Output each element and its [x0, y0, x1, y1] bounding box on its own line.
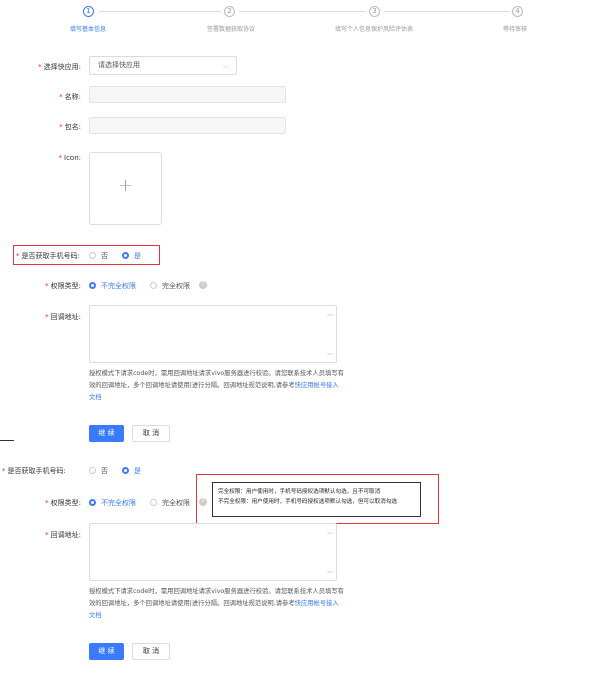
- callback-label: * 回调地址:: [45, 313, 81, 321]
- chevron-down-icon: ⌵: [222, 61, 229, 70]
- radio-no-label: 否: [101, 252, 108, 260]
- get-phone-label: * 是否获取手机号码:: [16, 252, 80, 260]
- scroll-down-icon[interactable]: ﹀: [327, 569, 333, 578]
- callback-textarea[interactable]: ︿ ﹀: [89, 305, 337, 363]
- step-1-label: 填写基本信息: [69, 26, 107, 33]
- get-phone-label-2: * 是否获取手机号码:: [2, 467, 66, 475]
- continue-button-2[interactable]: 继 续: [89, 643, 124, 660]
- radio-no-label-2: 否: [101, 467, 108, 475]
- step-2-icon: 2: [224, 6, 235, 17]
- radio-no-2[interactable]: [89, 467, 96, 474]
- permission-tooltip: 完全权限：用户使用时，手机号码授权选项默认勾选，且不可取消 不完全权限：用户使用…: [212, 482, 421, 517]
- step-3-icon: 3: [369, 6, 380, 17]
- radio-perm-partial[interactable]: [89, 282, 96, 289]
- callback-textarea-2[interactable]: ︿ ﹀: [89, 523, 337, 581]
- perm-full-label-2: 完全权限: [162, 499, 190, 507]
- package-label: * 包名:: [59, 123, 81, 131]
- radio-perm-full-2[interactable]: [150, 499, 157, 506]
- step-2-label: 签署数据获取协议: [206, 26, 256, 33]
- cancel-button[interactable]: 取 消: [132, 425, 170, 442]
- icon-upload[interactable]: +: [89, 152, 162, 225]
- tooltip-line-1: 完全权限：用户使用时，手机号码授权选项默认勾选，且不可取消: [218, 489, 381, 495]
- callback-hint: 授权模式下请求code时，需用回调地址请求vivo服务器进行校验。请您联系技术人…: [89, 368, 344, 404]
- step-4-label: 等待审核: [502, 26, 528, 33]
- step-connector: [384, 11, 510, 12]
- name-label: * 名称:: [59, 93, 81, 101]
- radio-yes-label-2: 是: [134, 467, 141, 475]
- icon-label: * Icon:: [58, 154, 82, 162]
- radio-no[interactable]: [89, 252, 96, 259]
- quickapp-placeholder: 请选择快应用: [98, 61, 140, 69]
- step-connector: [239, 11, 366, 12]
- divider: [0, 440, 14, 441]
- cancel-button-2[interactable]: 取 消: [132, 643, 170, 660]
- radio-yes[interactable]: [122, 252, 129, 259]
- tooltip-line-2: 不完全权限：用户使用时，手机号码授权选项默认勾选，但可以取消勾选: [218, 499, 398, 505]
- perm-partial-label-2: 不完全权限: [101, 499, 136, 507]
- perm-type-label-2: * 权限类型:: [45, 499, 81, 507]
- plus-icon: +: [117, 175, 134, 196]
- radio-perm-full[interactable]: [150, 282, 157, 289]
- radio-yes-2[interactable]: [122, 467, 129, 474]
- step-3-label: 填写个人信息保护风险评估表: [334, 26, 414, 33]
- scroll-down-icon[interactable]: ﹀: [327, 351, 333, 360]
- callback-hint-2: 授权模式下请求code时，需用回调地址请求vivo服务器进行校验。请您联系技术人…: [89, 586, 344, 622]
- quickapp-select[interactable]: 请选择快应用 ⌵: [89, 56, 237, 75]
- scroll-up-icon[interactable]: ︿: [327, 527, 333, 536]
- callback-label-2: * 回调地址:: [45, 531, 81, 539]
- step-4-icon: 4: [512, 6, 523, 17]
- quickapp-label: * 选择快应用:: [38, 63, 81, 71]
- radio-perm-partial-2[interactable]: [89, 499, 96, 506]
- name-input[interactable]: [89, 86, 286, 103]
- scroll-up-icon[interactable]: ︿: [327, 309, 333, 318]
- continue-button[interactable]: 继 续: [89, 425, 124, 442]
- step-1-icon: 1: [83, 6, 94, 17]
- step-connector: [99, 11, 221, 12]
- perm-partial-label: 不完全权限: [101, 282, 136, 290]
- package-input[interactable]: [89, 117, 286, 134]
- radio-yes-label: 是: [134, 252, 141, 260]
- help-icon[interactable]: ?: [199, 281, 207, 289]
- perm-type-label: * 权限类型:: [45, 282, 81, 290]
- perm-full-label: 完全权限: [162, 282, 190, 290]
